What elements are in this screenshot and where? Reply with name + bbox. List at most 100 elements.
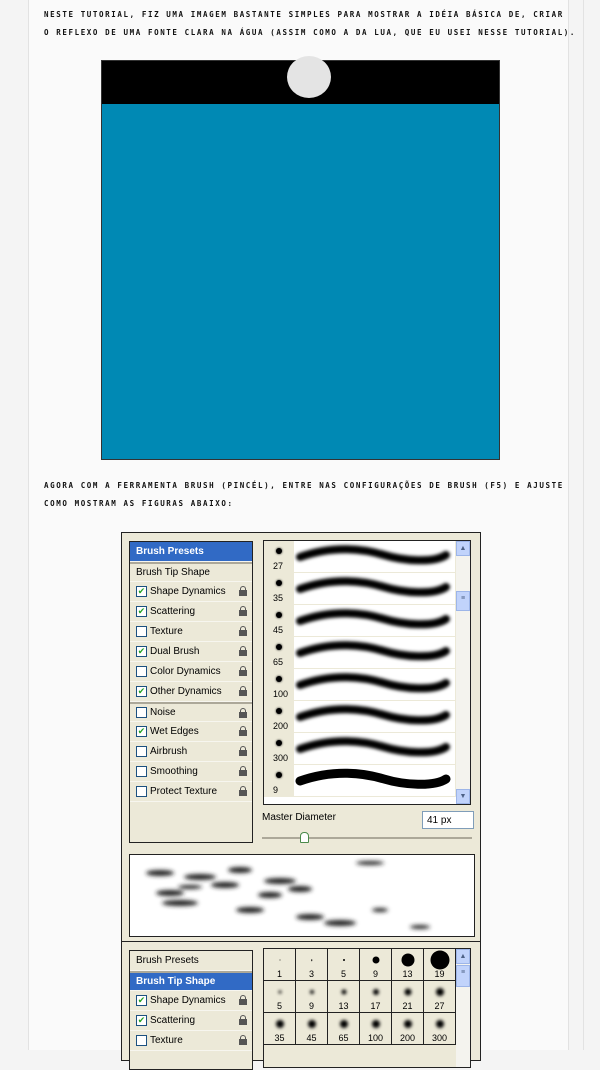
diameter-slider-thumb[interactable]: [300, 832, 309, 843]
checkbox[interactable]: ✔: [136, 586, 147, 597]
brush-preset[interactable]: 9: [264, 765, 470, 797]
checkbox[interactable]: [136, 666, 147, 677]
lock-icon[interactable]: [238, 686, 247, 696]
brush-preset[interactable]: 300: [264, 733, 470, 765]
checkbox[interactable]: ✔: [136, 646, 147, 657]
intro-line: Neste tutorial, fiz uma imagem bastante …: [44, 10, 564, 19]
checkbox[interactable]: [136, 707, 147, 718]
checkbox[interactable]: ✔: [136, 995, 147, 1006]
brush-preset[interactable]: 45: [264, 605, 470, 637]
option-texture[interactable]: Texture: [130, 1031, 252, 1051]
option-brush-presets[interactable]: Brush Presets: [130, 542, 252, 562]
scrollbar[interactable]: ▲ ≡ ▼: [456, 541, 470, 804]
brush-tip[interactable]: 17: [360, 981, 392, 1013]
moon-water-image: [101, 56, 500, 460]
checkbox[interactable]: [136, 626, 147, 637]
lock-icon[interactable]: [238, 1015, 247, 1025]
scroll-up-button[interactable]: ▲: [456, 949, 470, 964]
brush-tip[interactable]: 27: [424, 981, 456, 1013]
brush-tip[interactable]: 300: [424, 1013, 456, 1045]
lock-icon[interactable]: [238, 666, 247, 676]
option-label: Texture: [150, 1035, 183, 1046]
tip-size: 1: [276, 969, 282, 979]
brush-preset[interactable]: 35: [264, 573, 470, 605]
brush-preset[interactable]: 200: [264, 701, 470, 733]
brush-tip-dot: [435, 988, 444, 996]
option-dual-brush[interactable]: ✔ Dual Brush: [130, 642, 252, 662]
option-color-dynamics[interactable]: Color Dynamics: [130, 662, 252, 682]
brush-tip[interactable]: 19: [424, 949, 456, 981]
tip-size: 100: [367, 1033, 384, 1043]
master-diameter-label: Master Diameter: [262, 812, 336, 823]
checkbox[interactable]: ✔: [136, 686, 147, 697]
checkbox[interactable]: [136, 786, 147, 797]
checkbox[interactable]: [136, 766, 147, 777]
lock-icon[interactable]: [238, 646, 247, 656]
brush-tip[interactable]: 9: [360, 949, 392, 981]
brush-tip[interactable]: 200: [392, 1013, 424, 1045]
scroll-thumb[interactable]: ≡: [456, 965, 470, 987]
brush-preset[interactable]: 65: [264, 637, 470, 669]
option-label: Brush Presets: [136, 955, 199, 966]
lock-icon[interactable]: [238, 586, 247, 596]
brush-tip-dot: [309, 990, 314, 994]
brush-tip-dot: [403, 1020, 412, 1028]
option-texture[interactable]: Texture: [130, 622, 252, 642]
brush-tip[interactable]: 100: [360, 1013, 392, 1045]
brush-tip[interactable]: 13: [328, 981, 360, 1013]
option-brush-presets[interactable]: Brush Presets: [130, 951, 252, 971]
option-airbrush[interactable]: Airbrush: [130, 742, 252, 762]
preset-stroke: [294, 541, 455, 572]
brush-dot: [276, 772, 282, 778]
option-protect-texture[interactable]: Protect Texture: [130, 782, 252, 802]
option-wet-edges[interactable]: ✔ Wet Edges: [130, 722, 252, 742]
preset-size: 45: [273, 625, 284, 635]
option-other-dynamics[interactable]: ✔ Other Dynamics: [130, 682, 252, 702]
scroll-thumb[interactable]: ≡: [456, 591, 470, 611]
scroll-down-button[interactable]: ▼: [456, 789, 470, 804]
brush-preset[interactable]: 27: [264, 541, 470, 573]
lock-icon[interactable]: [238, 746, 247, 756]
option-scattering[interactable]: ✔ Scattering: [130, 602, 252, 622]
checkbox[interactable]: ✔: [136, 726, 147, 737]
option-brush-tip-shape[interactable]: Brush Tip Shape: [130, 562, 252, 582]
brush-tip[interactable]: 3: [296, 949, 328, 981]
brush-tip[interactable]: 5: [328, 949, 360, 981]
lock-icon[interactable]: [238, 606, 247, 616]
lock-icon[interactable]: [238, 726, 247, 736]
brush-tip[interactable]: 9: [296, 981, 328, 1013]
checkbox[interactable]: [136, 1035, 147, 1046]
preset-thumb: 45: [264, 605, 294, 636]
option-shape-dynamics[interactable]: ✔ Shape Dynamics: [130, 991, 252, 1011]
option-smoothing[interactable]: Smoothing: [130, 762, 252, 782]
checkbox[interactable]: ✔: [136, 1015, 147, 1026]
lock-icon[interactable]: [238, 1035, 247, 1045]
brush-preset[interactable]: 100: [264, 669, 470, 701]
lock-icon[interactable]: [238, 626, 247, 636]
master-diameter-input[interactable]: [422, 811, 474, 829]
brush-tip[interactable]: 1: [264, 949, 296, 981]
tip-size: 3: [308, 969, 314, 979]
diameter-slider[interactable]: [262, 837, 472, 839]
lock-icon[interactable]: [238, 995, 247, 1005]
scrollbar[interactable]: ▲ ≡: [456, 949, 470, 1067]
lock-icon[interactable]: [238, 766, 247, 776]
brush-tip[interactable]: 35: [264, 1013, 296, 1045]
lock-icon[interactable]: [238, 786, 247, 796]
brush-tip[interactable]: 21: [392, 981, 424, 1013]
option-scattering[interactable]: ✔ Scattering: [130, 1011, 252, 1031]
checkbox[interactable]: [136, 746, 147, 757]
brush-tip[interactable]: 45: [296, 1013, 328, 1045]
lock-icon[interactable]: [238, 708, 247, 718]
option-noise[interactable]: Noise: [130, 702, 252, 722]
option-brush-tip-shape[interactable]: Brush Tip Shape: [130, 971, 252, 991]
scroll-up-button[interactable]: ▲: [456, 541, 470, 556]
tip-size: 27: [434, 1001, 445, 1011]
brush-tip[interactable]: 5: [264, 981, 296, 1013]
brush-tip[interactable]: 65: [328, 1013, 360, 1045]
brush-tip-dot: [401, 953, 414, 967]
checkbox[interactable]: ✔: [136, 606, 147, 617]
option-shape-dynamics[interactable]: ✔ Shape Dynamics: [130, 582, 252, 602]
brush-tip[interactable]: 13: [392, 949, 424, 981]
moon: [287, 56, 331, 98]
